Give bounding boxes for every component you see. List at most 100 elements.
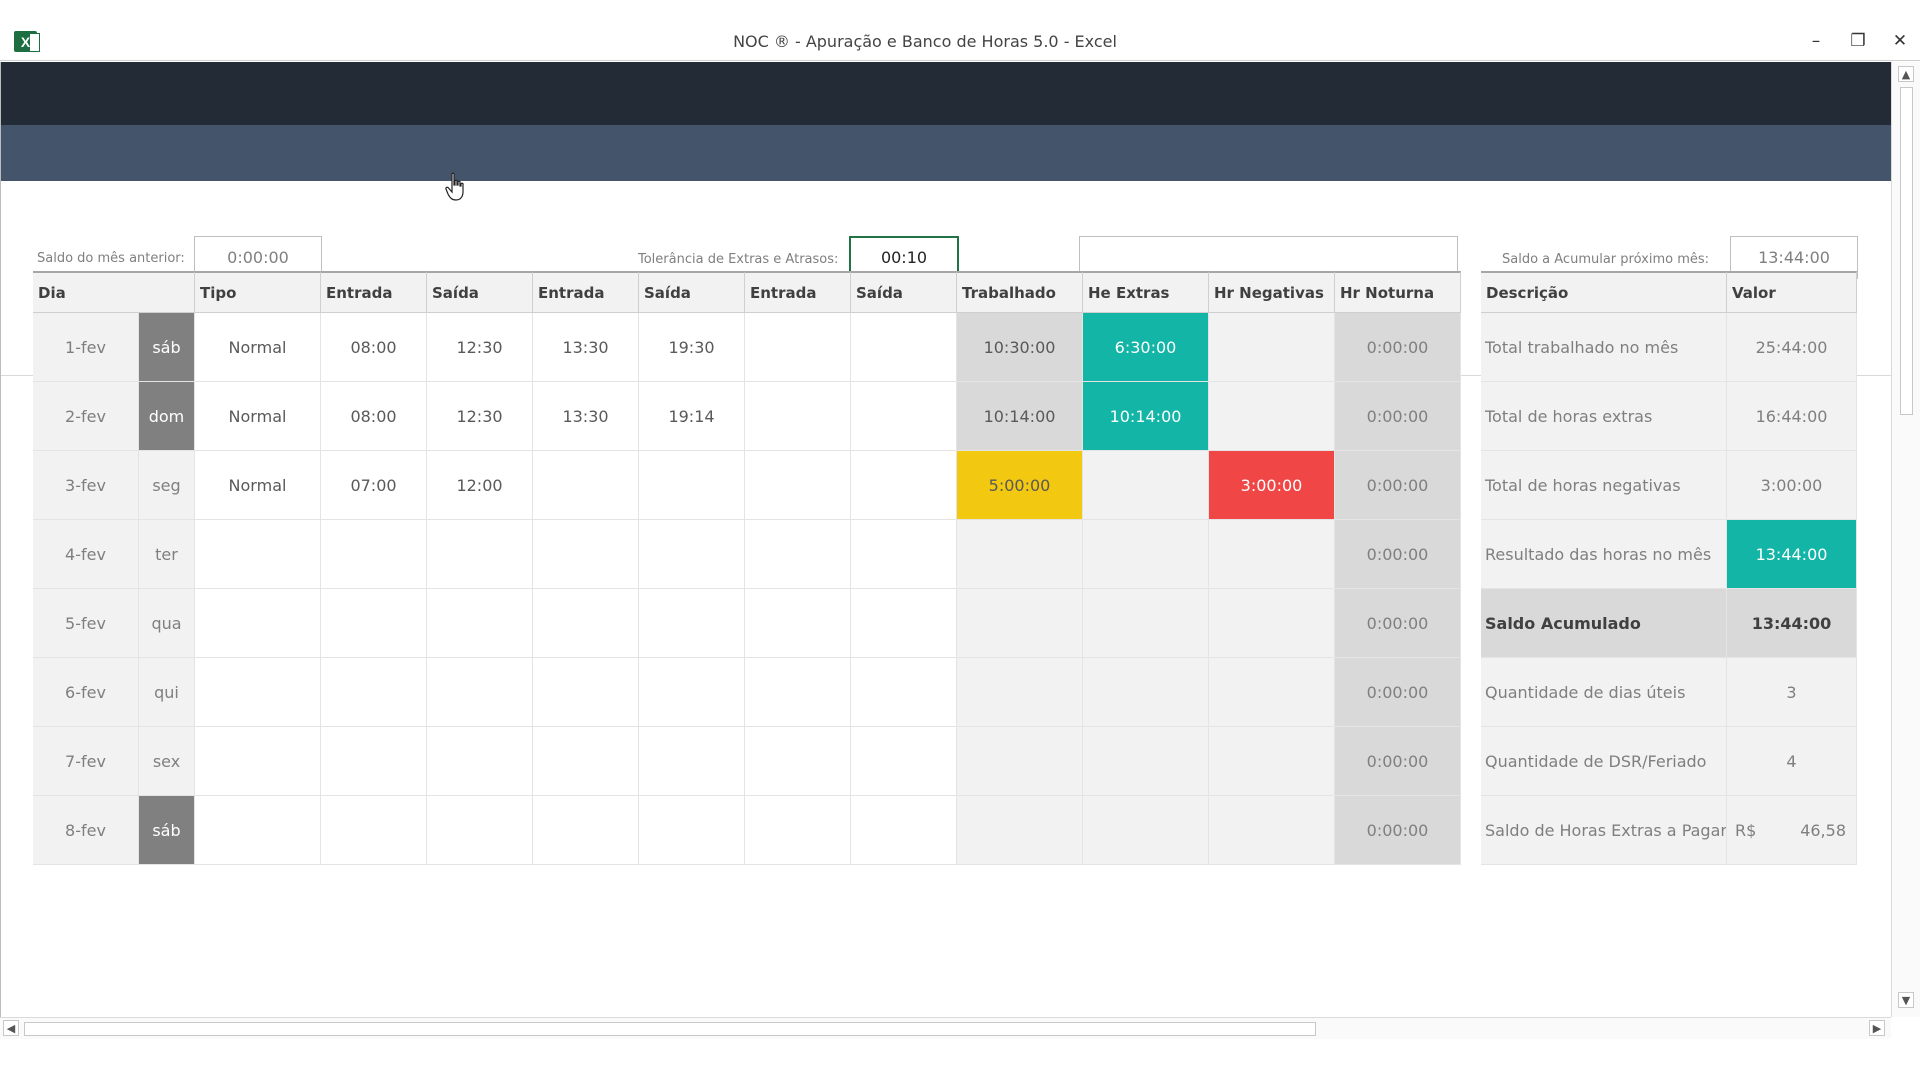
cell-s3[interactable] <box>851 313 957 382</box>
column-header[interactable]: He Extras <box>1083 271 1209 313</box>
column-header[interactable]: Tipo <box>195 271 321 313</box>
cell-e1[interactable] <box>321 658 427 727</box>
cell-e2[interactable] <box>533 727 639 796</box>
cell-trab[interactable] <box>957 520 1083 589</box>
summary-desc[interactable]: Resultado das horas no mês <box>1481 520 1727 589</box>
cell-s1[interactable] <box>427 796 533 865</box>
summary-header[interactable]: Valor <box>1727 271 1857 313</box>
cell-e3[interactable] <box>745 589 851 658</box>
summary-value[interactable]: R$ 46,58 <box>1727 796 1857 865</box>
close-button[interactable]: ✕ <box>1880 28 1920 54</box>
column-header[interactable]: Saída <box>639 271 745 313</box>
cell-e1[interactable] <box>321 727 427 796</box>
cell-wd[interactable]: sáb <box>139 313 195 382</box>
column-header[interactable]: Dia <box>33 271 195 313</box>
column-header[interactable]: Saída <box>427 271 533 313</box>
cell-s1[interactable]: 12:30 <box>427 382 533 451</box>
cell-tipo[interactable] <box>195 658 321 727</box>
horizontal-scrollbar[interactable]: ◀ ▶ <box>0 1017 1891 1039</box>
cell-wd[interactable]: dom <box>139 382 195 451</box>
cell-noturna[interactable]: 0:00:00 <box>1335 727 1461 796</box>
cell-s1[interactable]: 12:30 <box>427 313 533 382</box>
cell-tipo[interactable] <box>195 589 321 658</box>
summary-desc[interactable]: Total de horas negativas <box>1481 451 1727 520</box>
cell-s1[interactable] <box>427 727 533 796</box>
cell-e3[interactable] <box>745 382 851 451</box>
cell-s1[interactable] <box>427 520 533 589</box>
column-header[interactable]: Hr Noturna <box>1335 271 1461 313</box>
cell-extras[interactable] <box>1083 520 1209 589</box>
cell-neg[interactable] <box>1209 796 1335 865</box>
cell-s3[interactable] <box>851 727 957 796</box>
column-header[interactable]: Saída <box>851 271 957 313</box>
cell-e3[interactable] <box>745 658 851 727</box>
column-header[interactable]: Entrada <box>745 271 851 313</box>
worksheet[interactable]: Saldo do mês anterior: 0:00:00 Tolerânci… <box>0 62 1891 1017</box>
cell-e1[interactable]: 07:00 <box>321 451 427 520</box>
cell-s1[interactable]: 12:00 <box>427 451 533 520</box>
cell-neg[interactable] <box>1209 658 1335 727</box>
vertical-scrollbar[interactable]: ▲ ▼ <box>1891 62 1920 1017</box>
cell-extras[interactable] <box>1083 451 1209 520</box>
cell-s2[interactable] <box>639 727 745 796</box>
cell-e1[interactable] <box>321 589 427 658</box>
cell-s3[interactable] <box>851 796 957 865</box>
column-header[interactable]: Entrada <box>533 271 639 313</box>
scroll-right-icon[interactable]: ▶ <box>1869 1020 1885 1036</box>
cell-dia[interactable]: 2-fev <box>33 382 139 451</box>
cell-e2[interactable]: 13:30 <box>533 313 639 382</box>
cell-e3[interactable] <box>745 451 851 520</box>
cell-neg[interactable] <box>1209 520 1335 589</box>
cell-wd[interactable]: qui <box>139 658 195 727</box>
cell-e2[interactable] <box>533 451 639 520</box>
summary-desc[interactable]: Quantidade de DSR/Feriado <box>1481 727 1727 796</box>
cell-s3[interactable] <box>851 520 957 589</box>
cell-s3[interactable] <box>851 589 957 658</box>
cell-noturna[interactable]: 0:00:00 <box>1335 451 1461 520</box>
cell-dia[interactable]: 1-fev <box>33 313 139 382</box>
cell-dia[interactable]: 3-fev <box>33 451 139 520</box>
cell-s2[interactable] <box>639 520 745 589</box>
cell-e1[interactable]: 08:00 <box>321 313 427 382</box>
cell-trab[interactable]: 10:14:00 <box>957 382 1083 451</box>
cell-e2[interactable] <box>533 589 639 658</box>
cell-extras[interactable] <box>1083 589 1209 658</box>
cell-extras[interactable] <box>1083 796 1209 865</box>
cell-neg[interactable] <box>1209 382 1335 451</box>
cell-e2[interactable] <box>533 658 639 727</box>
cell-s3[interactable] <box>851 451 957 520</box>
summary-value[interactable]: 3:00:00 <box>1727 451 1857 520</box>
cell-tipo[interactable] <box>195 796 321 865</box>
summary-value[interactable]: 4 <box>1727 727 1857 796</box>
cell-noturna[interactable]: 0:00:00 <box>1335 520 1461 589</box>
cell-extras[interactable]: 10:14:00 <box>1083 382 1209 451</box>
cell-s2[interactable]: 19:30 <box>639 313 745 382</box>
cell-e2[interactable] <box>533 796 639 865</box>
cell-trab[interactable] <box>957 589 1083 658</box>
summary-desc[interactable]: Saldo de Horas Extras a Pagar <box>1481 796 1727 865</box>
summary-value[interactable]: 25:44:00 <box>1727 313 1857 382</box>
cell-noturna[interactable]: 0:00:00 <box>1335 313 1461 382</box>
cell-extras[interactable] <box>1083 658 1209 727</box>
cell-tipo[interactable] <box>195 520 321 589</box>
cell-trab[interactable]: 5:00:00 <box>957 451 1083 520</box>
cell-extras[interactable]: 6:30:00 <box>1083 313 1209 382</box>
cell-trab[interactable] <box>957 796 1083 865</box>
cell-dia[interactable]: 7-fev <box>33 727 139 796</box>
cell-extras[interactable] <box>1083 727 1209 796</box>
cell-wd[interactable]: sáb <box>139 796 195 865</box>
cell-e1[interactable]: 08:00 <box>321 382 427 451</box>
summary-desc[interactable]: Total de horas extras <box>1481 382 1727 451</box>
cell-s2[interactable] <box>639 589 745 658</box>
cell-tipo[interactable]: Normal <box>195 313 321 382</box>
cell-wd[interactable]: sex <box>139 727 195 796</box>
restore-button[interactable]: ❐ <box>1838 28 1878 54</box>
cell-neg[interactable]: 3:00:00 <box>1209 451 1335 520</box>
cell-noturna[interactable]: 0:00:00 <box>1335 382 1461 451</box>
cell-s1[interactable] <box>427 589 533 658</box>
cell-dia[interactable]: 8-fev <box>33 796 139 865</box>
cell-s1[interactable] <box>427 658 533 727</box>
cell-tipo[interactable] <box>195 727 321 796</box>
horizontal-scroll-thumb[interactable] <box>24 1022 1316 1036</box>
cell-s2[interactable] <box>639 451 745 520</box>
